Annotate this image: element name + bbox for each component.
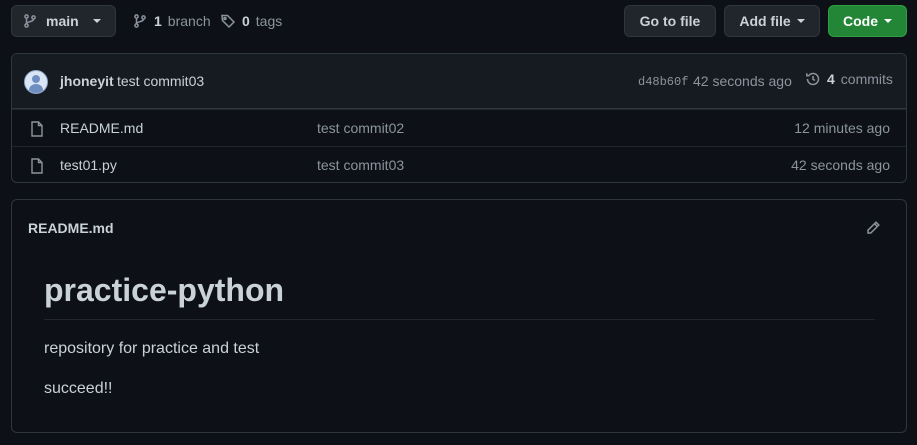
readme-filename-link[interactable]: README.md — [28, 220, 114, 236]
file-icon — [31, 158, 43, 174]
add-file-label: Add file — [739, 13, 791, 29]
file-name-link[interactable]: README.md — [60, 120, 143, 136]
file-commit-link[interactable]: test commit02 — [317, 120, 404, 136]
go-to-file-button[interactable]: Go to file — [624, 5, 716, 37]
tag-icon — [221, 14, 236, 29]
code-label: Code — [843, 13, 878, 29]
tags-label: tags — [255, 13, 283, 29]
chevron-down-icon — [796, 19, 805, 23]
readme-panel: README.md practice-python repository for… — [11, 199, 907, 433]
file-browser: jhoneyit test commit03 d48b60f 42 second… — [11, 53, 907, 183]
file-commit-link[interactable]: test commit03 — [317, 157, 404, 173]
file-age: 12 minutes ago — [794, 120, 890, 136]
commit-message-link[interactable]: test commit03 — [117, 73, 204, 89]
branches-label: branch — [167, 13, 211, 29]
branches-count: 1 — [154, 13, 162, 29]
commit-author-link[interactable]: jhoneyit — [60, 73, 114, 89]
file-icon — [31, 121, 43, 137]
code-button[interactable]: Code — [828, 5, 907, 37]
branch-select-button[interactable]: main — [11, 5, 116, 37]
branch-icon — [24, 14, 36, 28]
chevron-down-icon — [92, 19, 101, 23]
tags-count: 0 — [242, 13, 250, 29]
branch-name: main — [46, 13, 79, 29]
branch-icon — [134, 14, 146, 28]
avatar[interactable] — [24, 70, 48, 94]
commits-count: 4 — [827, 71, 835, 87]
add-file-button[interactable]: Add file — [724, 5, 820, 37]
file-row[interactable]: README.md test commit02 12 minutes ago — [12, 109, 906, 146]
commit-sha-link[interactable]: d48b60f — [638, 75, 688, 89]
commits-label: commits — [840, 71, 893, 87]
tags-link[interactable]: 0 tags — [220, 5, 282, 37]
file-age: 42 seconds ago — [791, 157, 890, 173]
file-row[interactable]: test01.py test commit03 42 seconds ago — [12, 146, 906, 182]
history-icon — [806, 72, 820, 86]
heading-divider — [44, 319, 875, 320]
chevron-down-icon — [884, 19, 892, 23]
branches-link[interactable]: 1 branch — [132, 5, 211, 37]
repo-toolbar: main 1 branch 0 tags Go to file Add file… — [11, 5, 907, 37]
commit-time: 42 seconds ago — [693, 73, 792, 89]
readme-paragraph: repository for practice and test — [44, 340, 260, 357]
readme-paragraph: succeed!! — [44, 380, 113, 397]
commits-history-link[interactable]: 4 commits — [805, 71, 893, 87]
file-name-link[interactable]: test01.py — [60, 157, 117, 173]
pencil-icon[interactable] — [865, 220, 881, 236]
readme-heading: practice-python — [44, 272, 285, 308]
latest-commit-bar: jhoneyit test commit03 d48b60f 42 second… — [12, 54, 906, 109]
